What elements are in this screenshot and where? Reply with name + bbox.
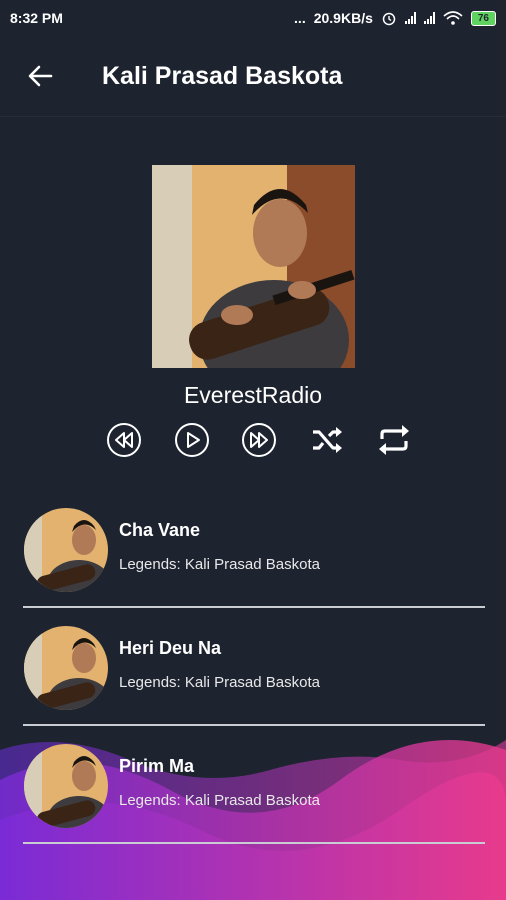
- status-right: ... 20.9KB/s 76: [294, 10, 496, 26]
- list-item[interactable]: Pirim Ma Legends: Kali Prasad Baskota: [0, 738, 506, 856]
- player-controls: [0, 422, 506, 466]
- artist-photo: [24, 626, 108, 710]
- signal-icon-2: [423, 12, 435, 24]
- song-subtitle: Legends: Kali Prasad Baskota: [119, 556, 320, 573]
- shuffle-icon[interactable]: [309, 422, 345, 458]
- song-subtitle: Legends: Kali Prasad Baskota: [119, 674, 320, 691]
- list-item[interactable]: Heri Deu Na Legends: Kali Prasad Baskota: [0, 620, 506, 738]
- back-button[interactable]: [10, 46, 70, 106]
- list-item[interactable]: Cha Vane Legends: Kali Prasad Baskota: [0, 502, 506, 620]
- repeat-icon[interactable]: [376, 422, 412, 458]
- wifi-icon: [443, 11, 463, 25]
- network-speed: 20.9KB/s: [313, 10, 373, 26]
- divider: [23, 842, 485, 844]
- song-title: Heri Deu Na: [119, 638, 222, 658]
- song-thumbnail: [24, 744, 108, 828]
- rewind-icon[interactable]: [106, 422, 142, 458]
- artist-photo: [24, 508, 108, 592]
- page-title: Kali Prasad Baskota: [102, 61, 343, 90]
- station-name: EverestRadio: [183, 382, 323, 408]
- status-time: 8:32 PM: [10, 10, 63, 26]
- divider: [23, 724, 485, 726]
- status-bar: 8:32 PM ... 20.9KB/s 76: [0, 0, 506, 36]
- signal-icon: [404, 12, 416, 24]
- song-thumbnail: [24, 508, 108, 592]
- alarm-icon: [382, 12, 396, 26]
- song-list: Cha Vane Legends: Kali Prasad Baskota He…: [0, 502, 506, 856]
- album-cover: [152, 165, 355, 368]
- status-dots: ...: [294, 10, 306, 26]
- artist-photo: [24, 744, 108, 828]
- song-thumbnail: [24, 626, 108, 710]
- artist-photo: [152, 165, 355, 368]
- app-bar: Kali Prasad Baskota: [0, 36, 506, 117]
- battery-icon: 76: [470, 10, 496, 26]
- play-icon[interactable]: [174, 422, 210, 458]
- song-subtitle: Legends: Kali Prasad Baskota: [119, 792, 320, 809]
- divider: [23, 606, 485, 608]
- back-arrow-icon: [28, 65, 53, 87]
- song-title: Cha Vane: [119, 520, 201, 540]
- song-title: Pirim Ma: [119, 756, 195, 776]
- fast-forward-icon[interactable]: [241, 422, 277, 458]
